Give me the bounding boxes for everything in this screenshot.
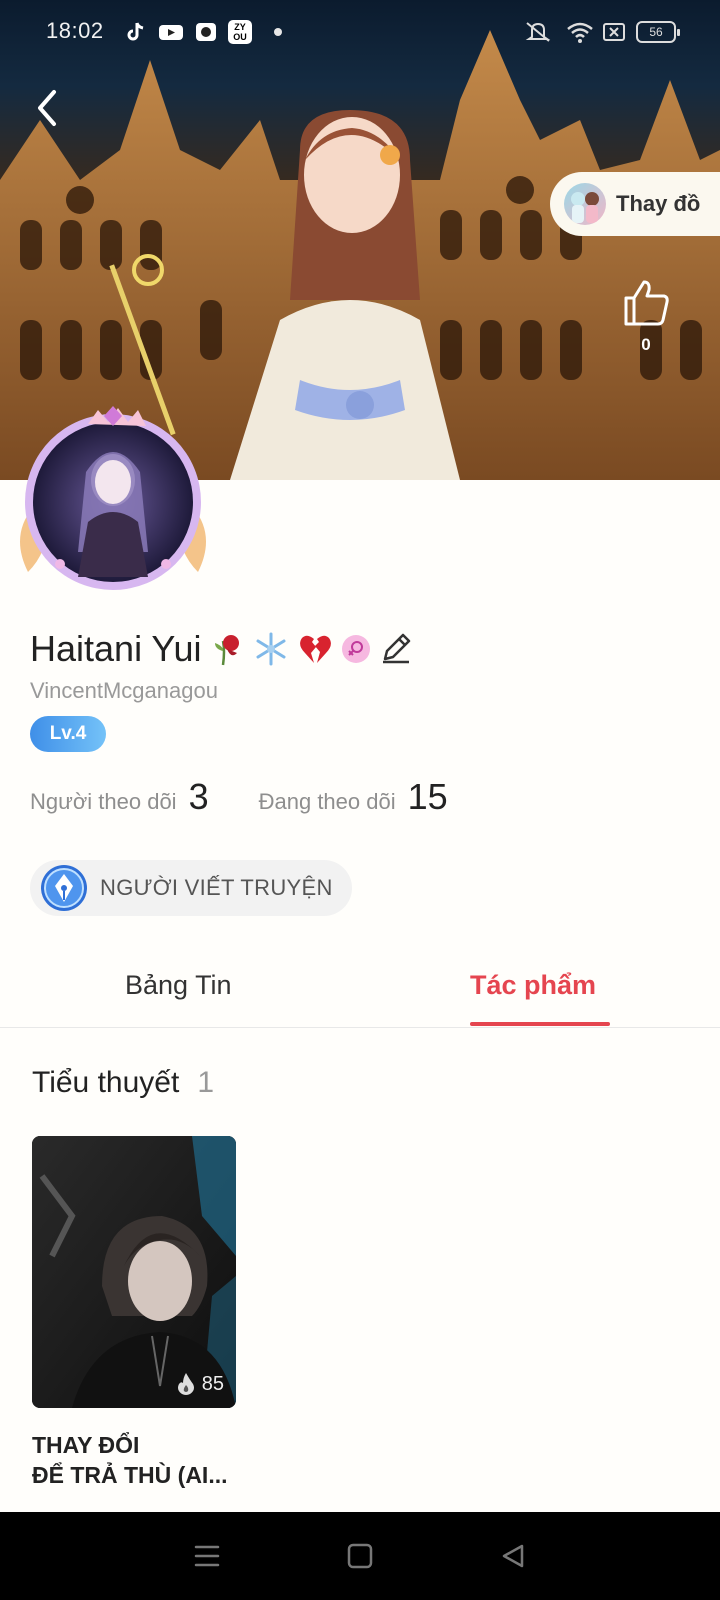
edit-pencil-icon[interactable] [379, 631, 415, 667]
active-tab-indicator [470, 1022, 610, 1026]
status-bar: 18:02 ZY OU 56 [0, 0, 720, 64]
tiktok-icon [124, 20, 148, 44]
profile-tabs: Bảng Tin Tác phẩm [0, 950, 720, 1028]
square-icon [347, 1543, 373, 1569]
book-views-count: 85 [201, 1372, 224, 1395]
like-count: 0 [641, 335, 651, 354]
following-count[interactable]: 15 [408, 776, 448, 818]
following-label[interactable]: Đang theo dõi [259, 789, 396, 815]
book-title[interactable]: THAY ĐỔI ĐỂ TRẢ THÙ (AI... [32, 1430, 236, 1490]
novels-section-title: Tiểu thuyết [32, 1066, 180, 1099]
profile-username: VincentMcganagou [30, 678, 218, 703]
book-card[interactable]: 85 THAY ĐỔI ĐỂ TRẢ THÙ (AI... [32, 1136, 236, 1490]
change-outfit-label: Thay đồ [616, 191, 701, 216]
recent-apps-button[interactable] [187, 1536, 227, 1576]
broken-heart-icon [297, 631, 333, 667]
writer-role-label: NGƯỜI VIẾT TRUYỆN [100, 875, 333, 900]
sim-off-icon [602, 20, 626, 49]
back-button[interactable] [26, 84, 66, 132]
status-time: 18:02 [46, 18, 104, 43]
triangle-back-icon [503, 1544, 524, 1568]
profile-name-row: Haitani Yui [30, 628, 415, 670]
zyou-icon: ZY OU [228, 20, 252, 44]
novels-section-count: 1 [197, 1066, 214, 1099]
back-nav-button[interactable] [493, 1536, 533, 1576]
tab-works[interactable]: Tác phẩm [470, 970, 596, 1001]
avatar[interactable] [8, 402, 218, 602]
thumbs-up-icon [624, 280, 669, 326]
level-badge: Lv.4 [30, 716, 106, 752]
book-cover[interactable]: 85 [32, 1136, 236, 1408]
snowflake-icon [253, 631, 289, 667]
writer-role-badge[interactable]: NGƯỜI VIẾT TRUYỆN [30, 860, 352, 916]
book-views: 85 [176, 1372, 224, 1396]
system-nav-bar [0, 1512, 720, 1600]
like-button[interactable]: 0 [618, 276, 674, 355]
novels-section-header: Tiểu thuyết 1 [32, 1066, 214, 1100]
pen-nib-icon [41, 865, 87, 911]
battery-indicator: 56 [636, 21, 680, 43]
home-button[interactable] [340, 1536, 380, 1576]
notification-dot [274, 28, 282, 36]
gallery-icon [194, 20, 218, 44]
youtube-icon [158, 20, 183, 44]
female-gender-icon [341, 634, 371, 664]
followers-label[interactable]: Người theo dõi [30, 789, 177, 815]
wifi-icon [566, 20, 594, 49]
follow-stats: Người theo dõi 3 Đang theo dõi 15 [30, 776, 498, 818]
profile-name: Haitani Yui [30, 628, 202, 669]
menu-icon [194, 1545, 219, 1567]
wilted-rose-icon [209, 631, 245, 667]
mute-icon [524, 20, 552, 49]
flame-icon [177, 1373, 194, 1395]
change-outfit-button[interactable]: Thay đồ [550, 172, 720, 236]
tab-feed[interactable]: Bảng Tin [125, 970, 232, 1001]
chevron-left-icon [38, 90, 56, 126]
followers-count[interactable]: 3 [189, 776, 209, 818]
outfit-avatar-icon [564, 183, 606, 225]
